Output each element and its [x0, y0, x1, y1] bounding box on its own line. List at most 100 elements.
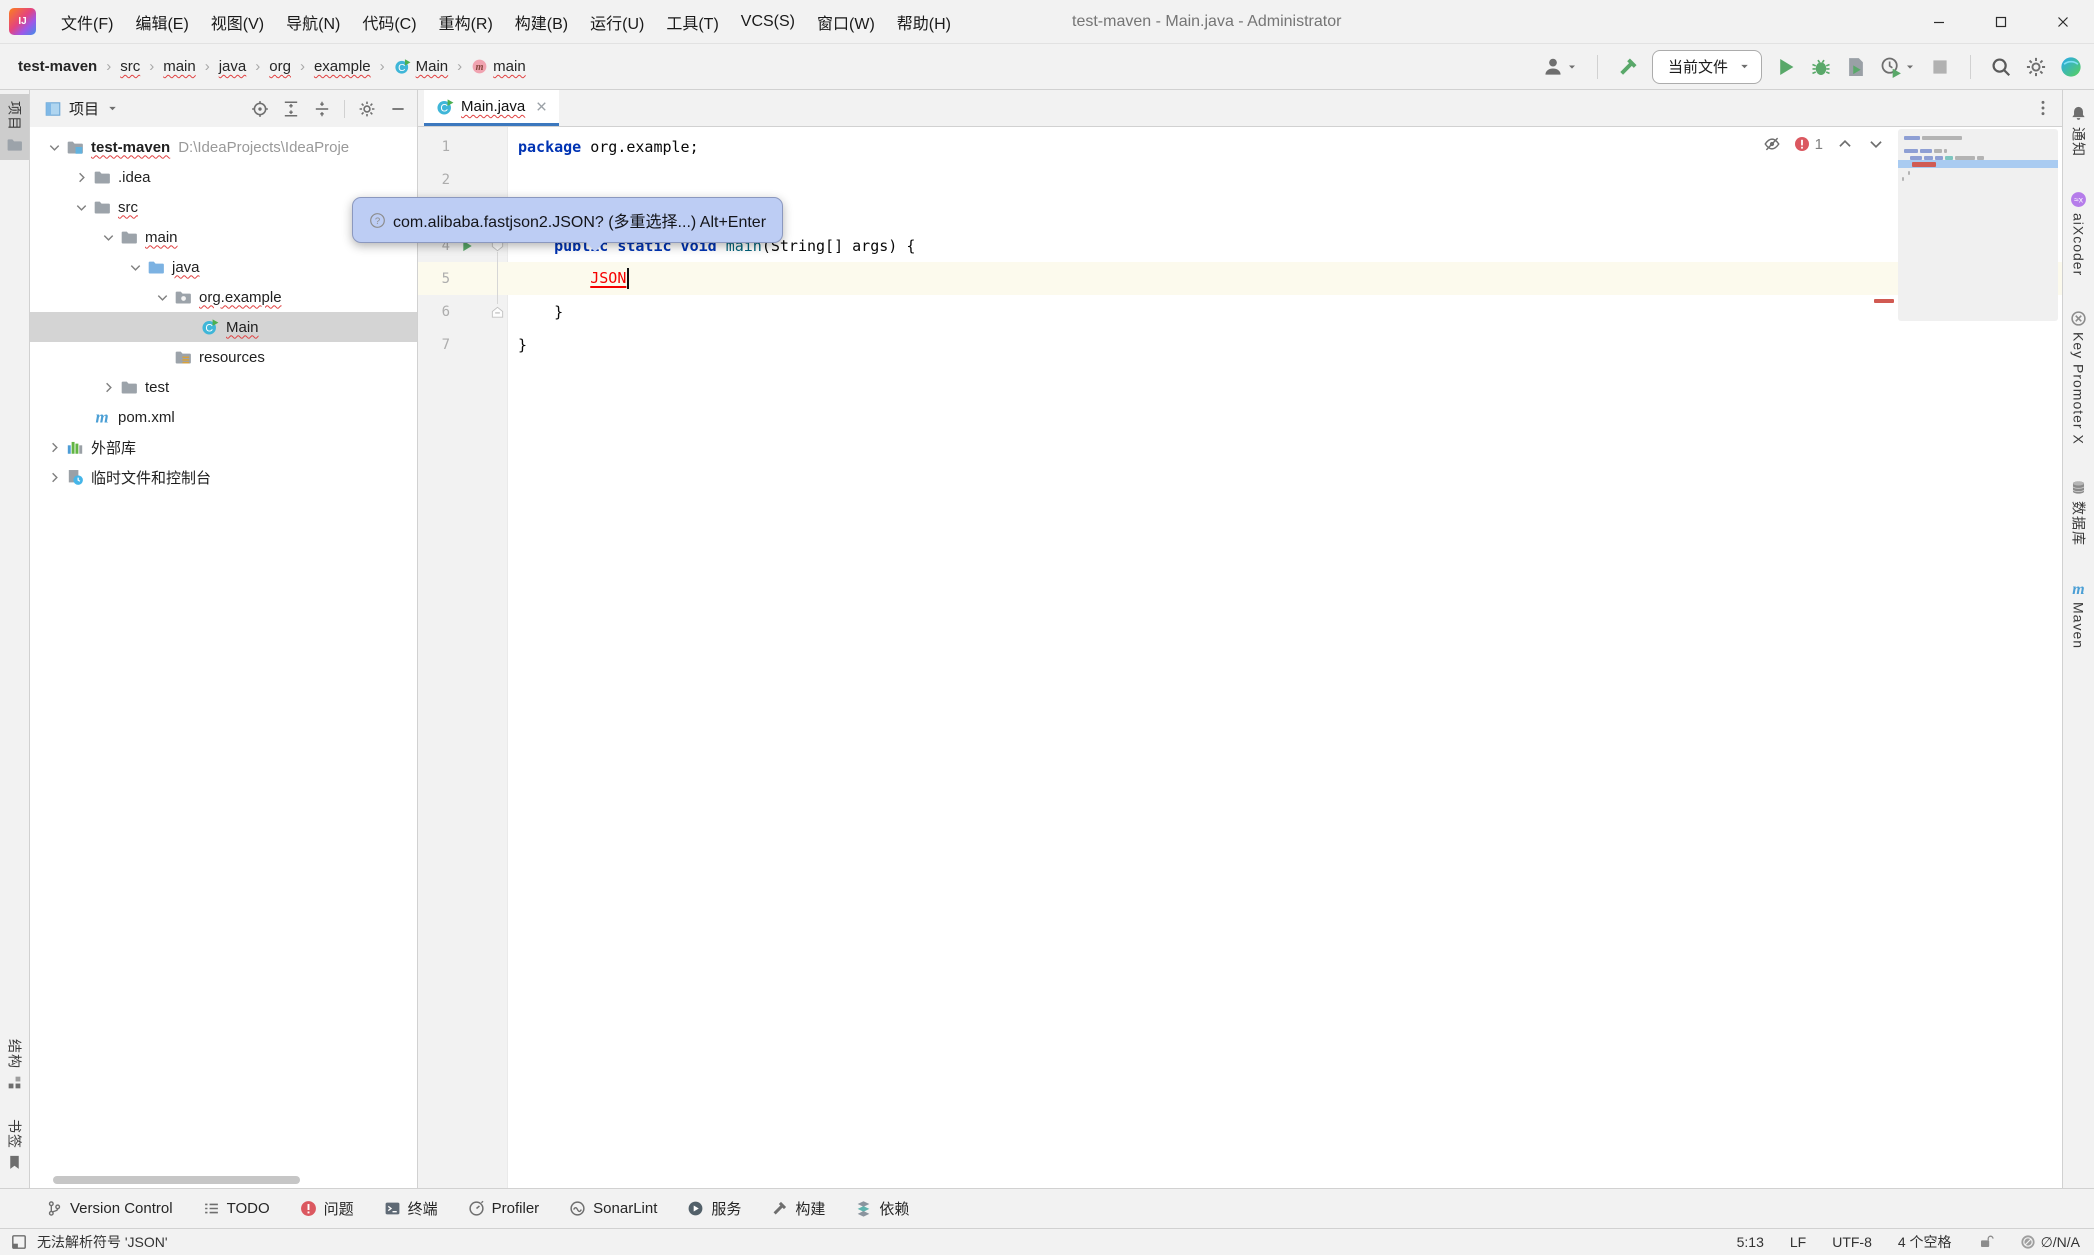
user-profile-button[interactable]	[1542, 56, 1578, 78]
expand-all-icon[interactable]	[282, 100, 300, 118]
maximize-button[interactable]	[1970, 0, 2032, 44]
line-number[interactable]: 1	[418, 139, 452, 155]
chevron-right-icon[interactable]	[44, 470, 64, 485]
error-count[interactable]: 1	[1794, 136, 1823, 153]
build-project-button[interactable]	[1617, 56, 1639, 78]
highlighting-level-icon[interactable]	[1763, 135, 1781, 153]
indent-style[interactable]: 4 个空格	[1898, 1232, 1952, 1252]
hide-panel-icon[interactable]	[389, 100, 407, 118]
chevron-down-icon[interactable]	[125, 260, 145, 275]
code-line-5[interactable]: 5 JSON	[418, 262, 2062, 295]
highlight-level[interactable]: ∅/N/A	[2020, 1234, 2080, 1251]
tool-stripe-button-项目[interactable]: 项目	[0, 94, 29, 160]
tab-main-java[interactable]: C Main.java	[424, 90, 559, 126]
line-separator[interactable]: LF	[1790, 1234, 1806, 1250]
tool-window-layout-icon[interactable]	[10, 1233, 28, 1251]
close-tab-icon[interactable]	[534, 99, 549, 114]
collapse-all-icon[interactable]	[313, 100, 331, 118]
menu-item[interactable]: 重构(R)	[428, 10, 504, 34]
tool-stripe-button-aiXcoder[interactable]: ≈xaiXcoder	[2063, 184, 2094, 283]
tool-stripe-button-书签[interactable]: 书签	[0, 1112, 29, 1178]
menu-item[interactable]: 构建(B)	[504, 10, 579, 34]
toolwindow-button-SonarLint[interactable]: SonarLint	[569, 1200, 657, 1217]
tree-item-java[interactable]: java	[30, 252, 417, 282]
toolwindow-button-问题[interactable]: 问题	[300, 1198, 354, 1219]
tool-stripe-button-Key Promoter X[interactable]: Key Promoter X	[2063, 303, 2094, 452]
breadcrumb-item[interactable]: mmain	[471, 58, 526, 75]
menu-item[interactable]: VCS(S)	[730, 13, 806, 31]
toolwindow-button-依赖[interactable]: 依赖	[855, 1198, 909, 1219]
breadcrumb-item[interactable]: CMain	[394, 58, 449, 75]
code-editor[interactable]: 1package org.example;23public class Main…	[418, 127, 2062, 1188]
tree-item-.idea[interactable]: .idea	[30, 162, 417, 192]
file-encoding[interactable]: UTF-8	[1832, 1234, 1872, 1250]
menu-item[interactable]: 编辑(E)	[124, 10, 199, 34]
menu-item[interactable]: 工具(T)	[655, 10, 729, 34]
code-text[interactable]: }	[508, 303, 2062, 321]
tree-item-test[interactable]: test	[30, 372, 417, 402]
tree-item-pom.xml[interactable]: mpom.xml	[30, 402, 417, 432]
chevron-down-icon[interactable]	[106, 102, 119, 115]
menu-item[interactable]: 运行(U)	[579, 10, 655, 34]
toolwindow-button-服务[interactable]: 服务	[687, 1198, 741, 1219]
stop-button[interactable]	[1929, 56, 1951, 78]
code-line-6[interactable]: 6 }	[418, 295, 2062, 328]
tree-item-外部库[interactable]: 外部库	[30, 432, 417, 462]
minimap[interactable]	[1898, 129, 2058, 321]
caret-position[interactable]: 5:13	[1737, 1234, 1764, 1250]
select-opened-file-icon[interactable]	[251, 100, 269, 118]
toolwindow-button-Profiler[interactable]: Profiler	[468, 1200, 540, 1217]
breadcrumb-item[interactable]: example	[314, 58, 371, 75]
code-text[interactable]: JSON	[508, 268, 2062, 289]
fold-end-icon[interactable]	[490, 304, 505, 319]
tree-item-test-maven[interactable]: test-mavenD:\IdeaProjects\IdeaProje	[30, 132, 417, 162]
run-with-coverage-button[interactable]	[1845, 56, 1867, 78]
previous-error-icon[interactable]	[1836, 135, 1854, 153]
line-number[interactable]: 2	[418, 172, 452, 188]
run-button[interactable]	[1775, 56, 1797, 78]
chevron-down-icon[interactable]	[98, 230, 118, 245]
tree-item-临时文件和控制台[interactable]: 临时文件和控制台	[30, 462, 417, 492]
run-configurations-combo[interactable]: 当前文件	[1652, 50, 1762, 84]
toolwindow-button-Version Control[interactable]: Version Control	[46, 1200, 173, 1217]
toolwindow-button-TODO[interactable]: TODO	[203, 1200, 270, 1217]
profile-button[interactable]	[1880, 56, 1916, 78]
tree-item-Main[interactable]: CMain	[30, 312, 417, 342]
tool-stripe-button-通知[interactable]: 通知	[2063, 98, 2094, 164]
menu-item[interactable]: 视图(V)	[200, 10, 275, 34]
panel-options-icon[interactable]	[358, 100, 376, 118]
breadcrumb-item[interactable]: test-maven	[18, 58, 97, 75]
menu-item[interactable]: 帮助(H)	[886, 10, 962, 34]
project-panel-title[interactable]: 项目	[69, 98, 99, 119]
code-text[interactable]: }	[508, 336, 2062, 354]
code-line-2[interactable]: 2	[418, 163, 2062, 196]
chevron-down-icon[interactable]	[44, 140, 64, 155]
menu-item[interactable]: 文件(F)	[50, 10, 124, 34]
next-error-icon[interactable]	[1867, 135, 1885, 153]
line-number[interactable]: 6	[418, 304, 452, 320]
breadcrumb-item[interactable]: java	[219, 58, 247, 75]
breadcrumb-item[interactable]: main	[163, 58, 196, 75]
chevron-down-icon[interactable]	[152, 290, 172, 305]
search-everywhere-button[interactable]	[1990, 56, 2012, 78]
menu-item[interactable]: 导航(N)	[275, 10, 351, 34]
error-stripe-mark[interactable]	[1874, 299, 1894, 303]
file-lock[interactable]	[1978, 1234, 1994, 1250]
tree-item-resources[interactable]: resources	[30, 342, 417, 372]
tab-list-menu-icon[interactable]	[2034, 99, 2052, 117]
close-button[interactable]	[2032, 0, 2094, 44]
breadcrumb-item[interactable]: src	[120, 58, 140, 75]
code-line-7[interactable]: 7}	[418, 328, 2062, 361]
chevron-right-icon[interactable]	[71, 170, 91, 185]
toolwindow-button-构建[interactable]: 构建	[771, 1198, 825, 1219]
minimize-button[interactable]	[1908, 0, 1970, 44]
line-number[interactable]: 5	[418, 271, 452, 287]
toolwindow-button-终端[interactable]: 终端	[384, 1198, 438, 1219]
line-number[interactable]: 7	[418, 337, 452, 353]
tree-item-org.example[interactable]: org.example	[30, 282, 417, 312]
plugin-sphere-button[interactable]	[2060, 56, 2082, 78]
tool-stripe-button-结构[interactable]: 结构	[0, 1032, 29, 1098]
tool-stripe-button-Maven[interactable]: mMaven	[2063, 573, 2094, 656]
menu-item[interactable]: 窗口(W)	[806, 10, 886, 34]
tool-stripe-button-数据库[interactable]: 数据库	[2063, 472, 2094, 553]
